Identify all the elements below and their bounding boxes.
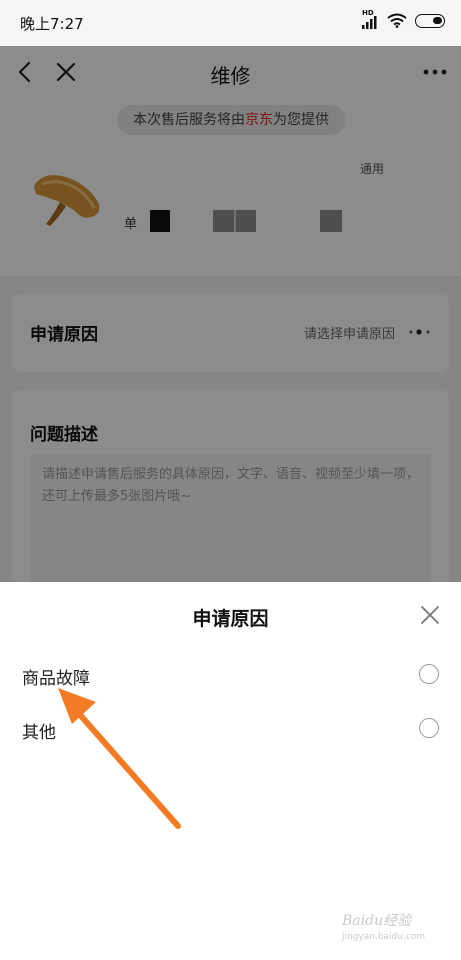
radio-button[interactable]: [419, 718, 439, 738]
signal-icon: HD: [361, 9, 379, 29]
radio-button[interactable]: [419, 664, 439, 684]
wifi-icon: [387, 13, 407, 28]
modal-overlay[interactable]: [0, 46, 461, 582]
watermark-text: Baidu经验: [342, 913, 412, 929]
watermark-sub: jingyan.baidu.com: [342, 932, 426, 942]
status-time: 晚上7:27: [20, 15, 84, 33]
battery-icon: [415, 13, 445, 28]
status-icons: HD: [361, 9, 445, 29]
hd-label: HD: [362, 8, 374, 17]
sheet-title: 申请原因: [192, 608, 269, 630]
baidu-watermark: Baidu经验 jingyan.baidu.com: [342, 902, 442, 948]
status-bar: 晚上7:27 HD: [0, 0, 461, 46]
close-icon[interactable]: [419, 604, 441, 626]
annotation-arrow-icon: [58, 688, 181, 829]
